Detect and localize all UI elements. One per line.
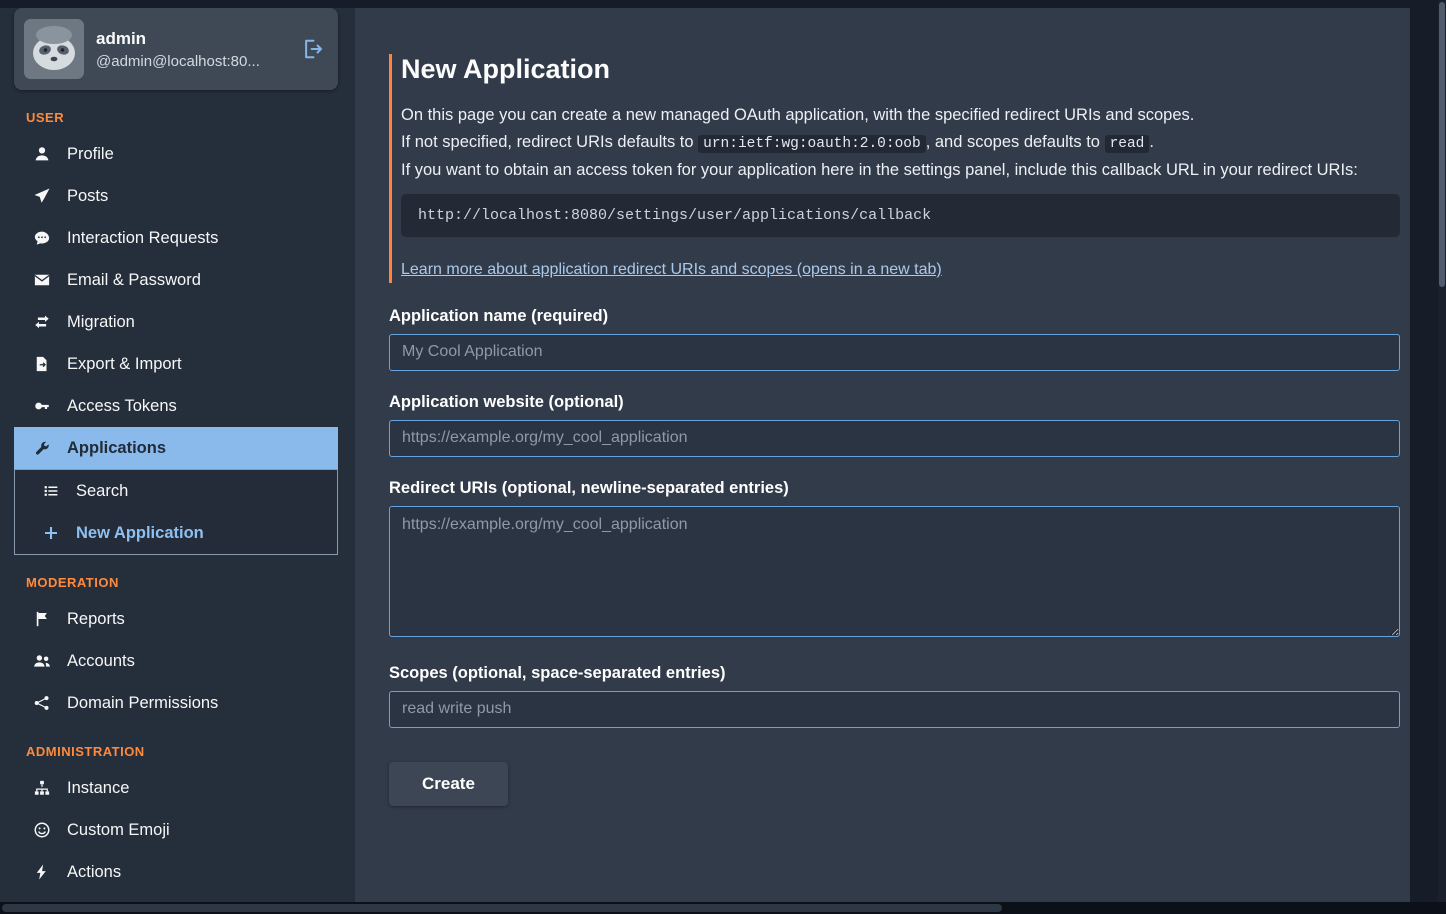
sidebar-item-label: Access Tokens — [67, 397, 177, 416]
scopes-field: Scopes (optional, space-separated entrie… — [389, 664, 1400, 728]
application-website-input[interactable] — [389, 420, 1400, 457]
sitemap-icon — [32, 778, 52, 798]
sidebar-item-label: Instance — [67, 779, 129, 798]
sidebar-item-label: Profile — [67, 145, 114, 164]
sidebar-item-label: Interaction Requests — [67, 229, 218, 248]
sidebar-item-label: Email & Password — [67, 271, 201, 290]
redirect-uris-textarea[interactable] — [389, 506, 1400, 637]
plus-icon — [41, 523, 61, 543]
section-title-administration: ADMINISTRATION — [26, 744, 338, 759]
smile-icon — [32, 820, 52, 840]
transfer-arrows-icon — [32, 312, 52, 332]
application-website-field: Application website (optional) — [389, 393, 1400, 457]
oob-code: urn:ietf:wg:oauth:2.0:oob — [698, 135, 926, 153]
sidebar-item-label: Export & Import — [67, 355, 182, 374]
list-icon — [41, 481, 61, 501]
sidebar-item-label: Posts — [67, 187, 108, 206]
intro-line-2: If not specified, redirect URIs defaults… — [401, 130, 1400, 157]
sidebar-item-instance[interactable]: Instance — [14, 767, 338, 809]
callback-url-block[interactable]: http://localhost:8080/settings/user/appl… — [401, 194, 1400, 237]
main-panel: New Application On this page you can cre… — [355, 8, 1410, 914]
sidebar: admin @admin@localhost:80... USER Profil… — [0, 8, 355, 914]
scopes-input[interactable] — [389, 691, 1400, 728]
redirect-uris-field: Redirect URIs (optional, newline-separat… — [389, 479, 1400, 642]
intro-line-3: If you want to obtain an access token fo… — [401, 158, 1400, 183]
page-title: New Application — [401, 54, 1400, 85]
comment-icon — [32, 228, 52, 248]
sidebar-item-export-import[interactable]: Export & Import — [14, 343, 338, 385]
vertical-scrollbar-thumb[interactable] — [1439, 2, 1445, 287]
sidebar-item-label: Custom Emoji — [67, 821, 170, 840]
sidebar-item-label: Migration — [67, 313, 135, 332]
paper-plane-icon — [32, 186, 52, 206]
application-name-field: Application name (required) — [389, 307, 1400, 371]
redirect-uris-label: Redirect URIs (optional, newline-separat… — [389, 479, 1400, 498]
sidebar-item-access-tokens[interactable]: Access Tokens — [14, 385, 338, 427]
scopes-label: Scopes (optional, space-separated entrie… — [389, 664, 1400, 683]
sidebar-item-posts[interactable]: Posts — [14, 175, 338, 217]
flag-icon — [32, 609, 52, 629]
sidebar-item-label: Accounts — [67, 652, 135, 671]
logout-icon[interactable] — [302, 38, 324, 60]
sidebar-item-email-password[interactable]: Email & Password — [14, 259, 338, 301]
horizontal-scrollbar[interactable] — [0, 902, 1446, 914]
user-handle: @admin@localhost:80... — [96, 53, 260, 70]
application-name-label: Application name (required) — [389, 307, 1400, 326]
sidebar-item-label: Domain Permissions — [67, 694, 218, 713]
sidebar-item-label: Actions — [67, 863, 121, 882]
sidebar-item-domain-permissions[interactable]: Domain Permissions — [14, 682, 338, 724]
sidebar-item-accounts[interactable]: Accounts — [14, 640, 338, 682]
section-title-user: USER — [26, 110, 338, 125]
sidebar-item-interaction-requests[interactable]: Interaction Requests — [14, 217, 338, 259]
intro-line-1: On this page you can create a new manage… — [401, 103, 1400, 128]
sidebar-item-actions[interactable]: Actions — [14, 851, 338, 893]
intro-section: New Application On this page you can cre… — [389, 54, 1400, 283]
learn-more-link[interactable]: Learn more about application redirect UR… — [401, 261, 942, 279]
application-website-label: Application website (optional) — [389, 393, 1400, 412]
sidebar-item-migration[interactable]: Migration — [14, 301, 338, 343]
read-code: read — [1105, 135, 1150, 153]
settings-layout: admin @admin@localhost:80... USER Profil… — [0, 0, 1446, 914]
avatar — [24, 19, 84, 79]
tools-icon — [32, 438, 52, 458]
sidebar-item-label: Reports — [67, 610, 125, 629]
applications-submenu: Search New Application — [14, 469, 338, 555]
horizontal-scrollbar-thumb[interactable] — [2, 904, 1002, 912]
section-title-moderation: MODERATION — [26, 575, 338, 590]
sidebar-item-reports[interactable]: Reports — [14, 598, 338, 640]
application-name-input[interactable] — [389, 334, 1400, 371]
create-button[interactable]: Create — [389, 762, 508, 806]
key-icon — [32, 396, 52, 416]
user-card[interactable]: admin @admin@localhost:80... — [14, 8, 338, 90]
vertical-scrollbar[interactable] — [1438, 0, 1446, 914]
sidebar-item-label: Applications — [67, 439, 166, 458]
submenu-item-label: New Application — [76, 524, 204, 543]
envelope-icon — [32, 270, 52, 290]
submenu-item-new-application[interactable]: New Application — [15, 512, 337, 554]
file-export-icon — [32, 354, 52, 374]
sidebar-item-custom-emoji[interactable]: Custom Emoji — [14, 809, 338, 851]
user-icon — [32, 144, 52, 164]
bolt-icon — [32, 862, 52, 882]
user-info: admin @admin@localhost:80... — [96, 29, 260, 70]
user-name: admin — [96, 29, 260, 49]
users-icon — [32, 651, 52, 671]
sidebar-item-profile[interactable]: Profile — [14, 133, 338, 175]
submenu-item-label: Search — [76, 482, 128, 501]
submenu-item-search[interactable]: Search — [15, 470, 337, 512]
sidebar-item-applications[interactable]: Applications — [14, 427, 338, 469]
new-application-form: Application name (required) Application … — [389, 307, 1400, 806]
network-icon — [32, 693, 52, 713]
